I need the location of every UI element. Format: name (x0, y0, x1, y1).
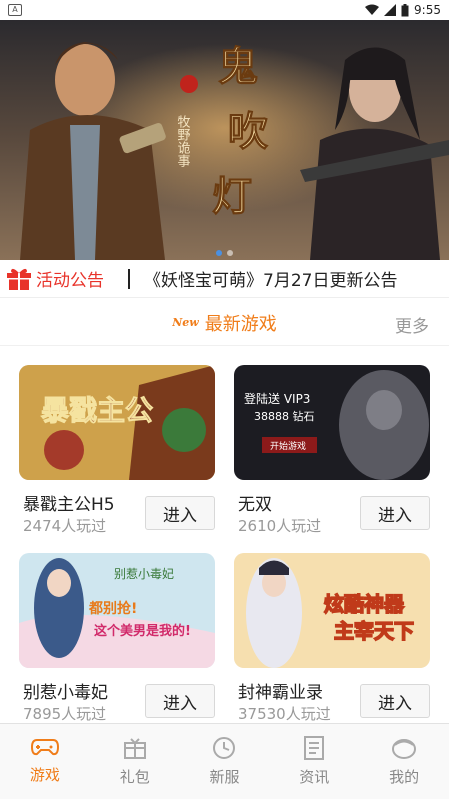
game-thumbnail[interactable]: 别惹小毒妃 都别抢! 这个美男是我的! (19, 553, 215, 668)
game-name: 无双 (238, 495, 272, 515)
svg-text:都别抢!: 都别抢! (88, 600, 137, 617)
game-card[interactable]: 登陆送 VIP3 38888 钻石 开始游戏 无双 2610人玩过 进入 (234, 365, 430, 535)
svg-text:牧野诡事: 牧野诡事 (175, 115, 191, 167)
enter-button[interactable]: 进入 (145, 684, 215, 718)
announcement-text[interactable]: 《妖怪宝可萌》7月27日更新公告 (144, 266, 397, 291)
tab-games[interactable]: 游戏 (0, 724, 90, 799)
gamepad-icon (30, 739, 59, 756)
app-notification-icon: A (8, 4, 22, 16)
enter-button[interactable]: 进入 (360, 684, 430, 718)
tab-new-servers[interactable]: 新服 (180, 724, 270, 799)
status-time: 9:55 (414, 3, 441, 17)
game-thumbnail[interactable]: 登陆送 VIP3 38888 钻石 开始游戏 (234, 365, 430, 480)
battery-icon (401, 3, 409, 16)
svg-text:这个美男是我的!: 这个美男是我的! (94, 623, 191, 639)
banner-artwork: 鬼 吹 灯 牧野诡事 (0, 20, 449, 260)
announcement-bar[interactable]: 活动公告 《妖怪宝可萌》7月27日更新公告 (0, 260, 449, 298)
game-name: 别惹小毒妃 (23, 683, 108, 703)
svg-text:暴戳主公: 暴戳主公 (41, 394, 153, 427)
tab-mine[interactable]: 我的 (359, 724, 449, 799)
signal-icon (384, 4, 397, 16)
new-badge: New (172, 316, 199, 329)
profile-icon (392, 739, 417, 759)
game-card[interactable]: 别惹小毒妃 都别抢! 这个美男是我的! 别惹小毒妃 7895人玩过 进入 (19, 553, 215, 723)
svg-text:别惹小毒妃: 别惹小毒妃 (114, 567, 174, 581)
tab-label: 我的 (389, 768, 420, 786)
news-icon (304, 736, 325, 760)
banner-dot[interactable] (216, 250, 222, 256)
play-count: 2474人玩过 (23, 517, 107, 535)
game-thumbnail[interactable]: 暴戳主公 (19, 365, 215, 480)
svg-text:鬼: 鬼 (218, 43, 258, 90)
gift-icon (7, 268, 31, 290)
play-count: 2610人玩过 (238, 517, 322, 535)
game-card[interactable]: 炫酷神器 主宰天下 封神霸业录 37530人玩过 进入 (234, 553, 430, 723)
banner-pagination (0, 250, 449, 256)
wifi-icon (365, 4, 380, 15)
svg-text:炫酷神器: 炫酷神器 (324, 592, 405, 616)
gift-box-icon (123, 738, 146, 759)
svg-text:主宰天下: 主宰天下 (334, 619, 414, 643)
clock-icon (213, 737, 236, 759)
game-card[interactable]: 暴戳主公 暴戳主公H5 2474人玩过 进入 (19, 365, 215, 535)
enter-button[interactable]: 进入 (360, 496, 430, 530)
section-title: 最新游戏 (204, 313, 277, 335)
divider (128, 268, 130, 289)
svg-text:吹: 吹 (228, 108, 268, 155)
play-count: 37530人玩过 (238, 705, 331, 723)
more-link[interactable]: 更多 (395, 312, 429, 337)
tab-label: 礼包 (119, 768, 150, 786)
status-bar: A 9:55 (0, 0, 449, 20)
promo-banner[interactable]: 鬼 吹 灯 牧野诡事 (0, 20, 449, 260)
tab-gifts[interactable]: 礼包 (90, 724, 180, 799)
bottom-tab-bar: 游戏 礼包 新服 资讯 我的 (0, 723, 449, 799)
svg-text:38888 钻石: 38888 钻石 (254, 409, 315, 423)
svg-text:开始游戏: 开始游戏 (270, 440, 306, 452)
tab-news[interactable]: 资讯 (269, 724, 359, 799)
status-icons: 9:55 (365, 3, 441, 17)
game-name: 封神霸业录 (238, 683, 323, 703)
game-thumbnail[interactable]: 炫酷神器 主宰天下 (234, 553, 430, 668)
tab-label: 游戏 (29, 766, 60, 784)
svg-text:登陆送 VIP3: 登陆送 VIP3 (244, 391, 310, 406)
play-count: 7895人玩过 (23, 705, 107, 723)
tab-label: 新服 (209, 768, 240, 786)
enter-button[interactable]: 进入 (145, 496, 215, 530)
announcement-label: 活动公告 (36, 271, 104, 291)
svg-text:灯: 灯 (212, 173, 252, 220)
game-name: 暴戳主公H5 (23, 495, 115, 515)
tab-label: 资讯 (299, 768, 330, 786)
banner-dot[interactable] (227, 250, 233, 256)
section-header: New 最新游戏 更多 (0, 300, 449, 346)
